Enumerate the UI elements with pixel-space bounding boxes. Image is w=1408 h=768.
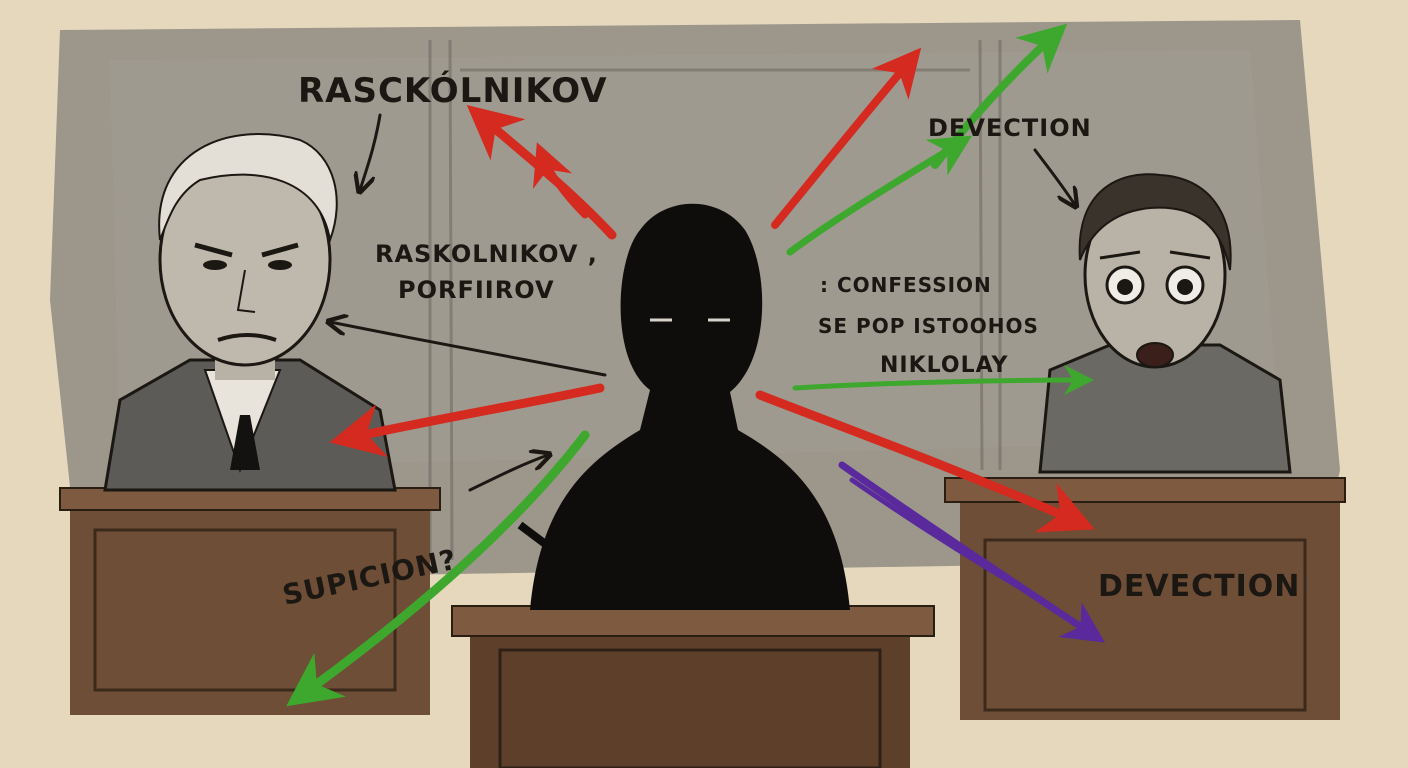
- label-devection-top: DEVECTION: [928, 114, 1092, 142]
- center-podium: [451, 605, 935, 768]
- label-niklolay: NIKLOLAY: [880, 353, 1009, 378]
- label-raskolnikov-top: RASCKÓLNIKOV: [298, 70, 608, 111]
- sketch-scene: RASCKÓLNIKOV RASKOLNIKOV , PORFIIROV DEV…: [0, 0, 1408, 768]
- label-se-pop: SE POP ISTOOHOS: [818, 314, 1039, 338]
- label-porfiirov: PORFIIROV: [398, 276, 555, 304]
- left-podium: [59, 487, 441, 715]
- label-devection-bottom: DEVECTION: [1098, 569, 1300, 604]
- label-raskolnikov-middle: RASKOLNIKOV ,: [375, 240, 598, 268]
- scene-illustration: RASCKÓLNIKOV RASKOLNIKOV , PORFIIROV DEV…: [0, 0, 1408, 768]
- label-confession: : CONFESSION: [820, 273, 992, 297]
